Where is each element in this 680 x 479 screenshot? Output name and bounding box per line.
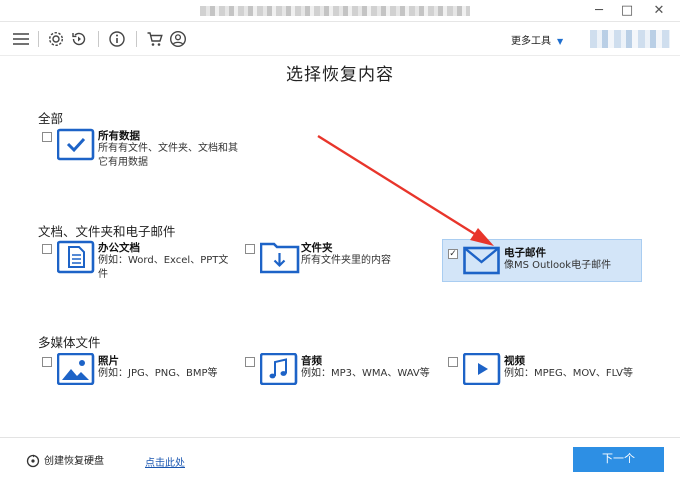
cart-icon[interactable] [146,30,166,50]
disk-refresh-icon [26,454,40,468]
checkbox-all-data[interactable] [42,132,52,142]
create-recovery-disk-button[interactable]: 创建恢复硬盘 [26,452,104,468]
maximize-button[interactable]: □ [616,2,638,20]
title-bar: ─ □ ✕ [0,0,680,22]
window-title-redacted [200,6,470,16]
checkmark-icon [56,128,95,162]
close-button[interactable]: ✕ [648,2,670,20]
option-email-desc: 像MS Outlook电子邮件 [504,260,612,271]
option-folders-desc: 所有文件夹里的内容 [301,255,391,266]
footer-divider [0,437,680,438]
video-icon [462,352,501,387]
music-icon [259,352,298,387]
section-label-documents: 文档、文件夹和电子邮件 [38,224,176,239]
checkbox-email[interactable]: ✓ [448,249,458,259]
option-audio-desc: 例如：MP3、WMA、WAV等 [301,368,430,379]
checkbox-photos[interactable] [42,357,52,367]
create-recovery-disk-label: 创建恢复硬盘 [44,456,104,467]
click-here-link[interactable]: 点击此处 [145,454,185,469]
gear-icon[interactable] [47,30,67,50]
checkbox-video[interactable] [448,357,458,367]
section-label-media: 多媒体文件 [38,335,101,350]
section-label-all: 全部 [38,111,64,126]
envelope-icon [463,245,501,279]
minimize-button[interactable]: ─ [588,2,610,20]
account-info-redacted [590,30,670,48]
option-office-docs-name: 办公文档 [98,242,140,254]
account-icon[interactable] [169,30,189,50]
option-photos-desc: 例如：JPG、PNG、BMP等 [98,368,218,379]
menu-icon[interactable] [12,30,32,50]
toolbar-divider [136,31,137,47]
option-email[interactable]: ✓ 电子邮件 像MS Outlook电子邮件 [442,239,642,289]
option-audio-name: 音频 [301,355,322,367]
option-all-data[interactable]: 所有数据 所有有文件、文件夹、文档和其它有用数据 [42,128,242,172]
photo-icon [56,352,95,387]
checkbox-audio[interactable] [245,357,255,367]
option-audio[interactable]: 音频 例如：MP3、WMA、WAV等 [245,352,445,397]
document-icon [56,240,95,274]
option-folders-name: 文件夹 [301,242,333,254]
info-icon[interactable] [108,30,128,50]
page-title: 选择恢复内容 [286,65,394,85]
chevron-down-icon: ▼ [557,37,564,46]
option-office-docs-desc: 例如：Word、Excel、PPT文件 [98,255,229,280]
option-email-name: 电子邮件 [504,247,546,259]
option-video[interactable]: 视频 例如：MPEG、MOV、FLV等 [448,352,648,397]
option-all-data-desc: 所有有文件、文件夹、文档和其它有用数据 [98,143,238,168]
option-video-name: 视频 [504,355,525,367]
option-office-docs[interactable]: 办公文档 例如：Word、Excel、PPT文件 [42,240,242,284]
folder-icon [259,240,300,274]
next-button[interactable]: 下一个 [573,447,664,472]
checkbox-folders[interactable] [245,244,255,254]
history-icon[interactable] [70,30,90,50]
option-photos[interactable]: 照片 例如：JPG、PNG、BMP等 [42,352,242,397]
option-all-data-name: 所有数据 [98,130,140,142]
more-tools-dropdown[interactable]: 更多工具 ▼ [511,32,563,47]
toolbar: 更多工具 ▼ [0,22,680,56]
option-video-desc: 例如：MPEG、MOV、FLV等 [504,368,633,379]
toolbar-divider [38,31,39,47]
more-tools-label: 更多工具 [511,36,551,47]
checkbox-office-docs[interactable] [42,244,52,254]
toolbar-divider [98,31,99,47]
option-folders[interactable]: 文件夹 所有文件夹里的内容 [245,240,445,284]
option-photos-name: 照片 [98,355,119,367]
